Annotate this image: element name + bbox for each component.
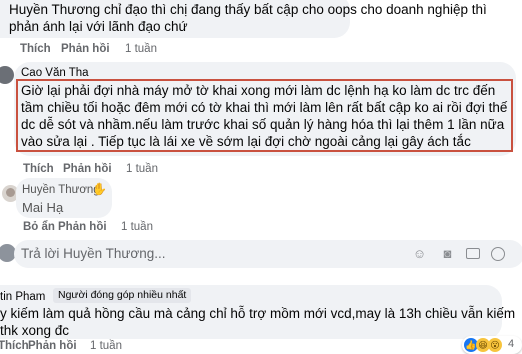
comment-author[interactable]: tin Pham xyxy=(0,291,45,303)
avatar[interactable] xyxy=(0,66,14,84)
reply-button[interactable]: Phản hồi xyxy=(63,163,112,175)
like-button[interactable]: Thích xyxy=(23,163,54,175)
comment-text-line: phản ánh lại với lãnh đạo chứ xyxy=(9,19,188,34)
wow-reaction-icon: 😮 xyxy=(488,338,502,352)
comment-author[interactable]: Cao Văn Tha xyxy=(21,67,89,79)
reply-button[interactable]: Phản hồi xyxy=(58,221,107,233)
comment-text-line: Huyền Thương chỉ đạo thì chị đang thấy b… xyxy=(9,2,487,17)
comment-time: 1 tuần xyxy=(90,340,122,352)
reply-input[interactable]: Trả lời Huyền Thương... xyxy=(21,246,166,261)
reactions-summary[interactable]: 👍 😆 😮 4 xyxy=(462,336,522,354)
top-contributor-badge: Người đóng góp nhiều nhất xyxy=(53,288,192,303)
comment-text-line: dc dễ sót và nhầm.nếu làm trước khai số … xyxy=(21,117,505,132)
reply-button[interactable]: Phản hồi xyxy=(61,43,110,55)
comment-text-line: y kiếm làm quả hồng cầu mà cảng chỉ hỗ t… xyxy=(0,306,516,321)
comment-time: 1 tuần xyxy=(125,43,157,55)
comment-time: 1 tuần xyxy=(121,221,153,233)
comment-text-line: vào sửa lại . Tiếp tục là lái xe về sớm … xyxy=(21,134,471,149)
gif-icon[interactable] xyxy=(466,248,480,259)
comment-author[interactable]: Huyền Thương xyxy=(22,184,100,196)
sticker-icon[interactable] xyxy=(491,247,505,261)
waving-hand-icon: ✋ xyxy=(92,182,107,196)
like-button[interactable]: Thích xyxy=(0,340,29,352)
camera-icon[interactable]: ◙ xyxy=(440,247,455,262)
comment-time: 1 tuần xyxy=(126,163,158,175)
comment-text: Mai Hạ xyxy=(22,200,64,215)
badge-label: Người đóng góp nhiều nhất xyxy=(58,289,187,301)
comment-text-line: Giờ lại phải đợi nhà máy mở tờ khai xong… xyxy=(21,83,496,98)
like-button[interactable]: Thích xyxy=(20,43,51,55)
comment-text-line: thk xong đc xyxy=(0,323,70,338)
emoji-icon[interactable]: ☺ xyxy=(412,247,427,262)
comment-text-line: tầm chiều tối hoặc đêm mới có tờ khai th… xyxy=(21,100,508,115)
reaction-count: 4 xyxy=(508,338,515,350)
unhide-button[interactable]: Bỏ ẩn xyxy=(23,221,55,233)
reply-button[interactable]: Phản hồi xyxy=(28,340,77,352)
